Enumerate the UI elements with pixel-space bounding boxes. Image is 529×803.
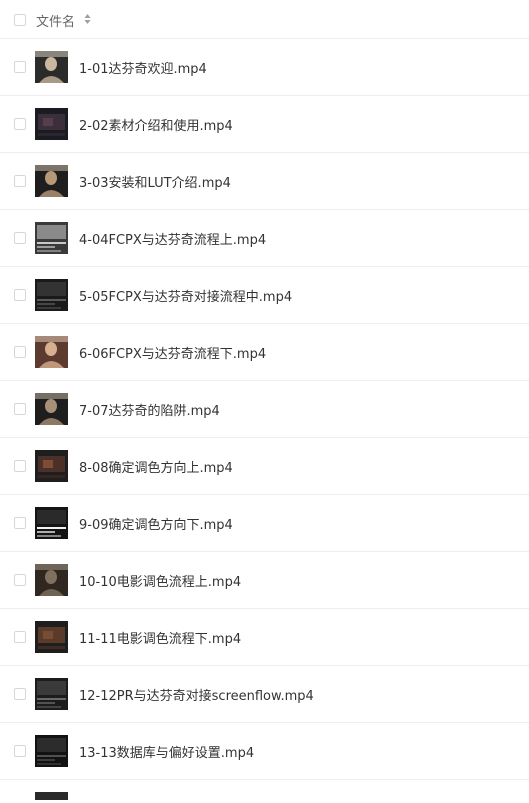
- video-thumbnail: [35, 279, 68, 311]
- file-name[interactable]: 13-13数据库与偏好设置.mp4: [79, 742, 254, 761]
- file-name[interactable]: 5-05FCPX与达芬奇对接流程中.mp4: [79, 286, 292, 305]
- row-checkbox[interactable]: [14, 631, 26, 643]
- row-checkbox[interactable]: [14, 346, 26, 358]
- list-item[interactable]: 4-04FCPX与达芬奇流程上.mp4: [0, 210, 529, 267]
- video-thumbnail: [35, 792, 68, 800]
- list-item[interactable]: 2-02素材介绍和使用.mp4: [0, 96, 529, 153]
- video-thumbnail: [35, 336, 68, 368]
- file-name[interactable]: 4-04FCPX与达芬奇流程上.mp4: [79, 229, 266, 248]
- video-thumbnail: [35, 51, 68, 83]
- row-checkbox[interactable]: [14, 118, 26, 130]
- file-name[interactable]: 3-03安装和LUT介绍.mp4: [79, 172, 231, 191]
- video-thumbnail: [35, 450, 68, 482]
- file-name[interactable]: 1-01达芬奇欢迎.mp4: [79, 58, 207, 77]
- video-thumbnail: [35, 678, 68, 710]
- list-item[interactable]: 7-07达芬奇的陷阱.mp4: [0, 381, 529, 438]
- file-name[interactable]: 6-06FCPX与达芬奇流程下.mp4: [79, 343, 266, 362]
- row-checkbox[interactable]: [14, 61, 26, 73]
- file-rows: 1-01达芬奇欢迎.mp4 2-02素材介绍和使用.mp4 3-03安装和LUT…: [0, 39, 529, 780]
- list-header: 文件名: [0, 0, 529, 39]
- video-thumbnail: [35, 108, 68, 140]
- list-item[interactable]: 12-12PR与达芬奇对接screenflow.mp4: [0, 666, 529, 723]
- video-thumbnail: [35, 621, 68, 653]
- file-list: 文件名 1-01达芬奇欢迎.mp4 2-02素材介绍和使用.mp4 3-03安装…: [0, 0, 529, 800]
- row-checkbox[interactable]: [14, 403, 26, 415]
- list-item[interactable]: 11-11电影调色流程下.mp4: [0, 609, 529, 666]
- list-item[interactable]: 9-09确定调色方向下.mp4: [0, 495, 529, 552]
- row-checkbox[interactable]: [14, 232, 26, 244]
- file-name[interactable]: 2-02素材介绍和使用.mp4: [79, 115, 233, 134]
- row-checkbox[interactable]: [14, 517, 26, 529]
- row-checkbox[interactable]: [14, 289, 26, 301]
- file-name[interactable]: 7-07达芬奇的陷阱.mp4: [79, 400, 220, 419]
- file-name[interactable]: 12-12PR与达芬奇对接screenflow.mp4: [79, 685, 314, 704]
- row-checkbox[interactable]: [14, 688, 26, 700]
- list-item[interactable]: 8-08确定调色方向上.mp4: [0, 438, 529, 495]
- video-thumbnail: [35, 564, 68, 596]
- video-thumbnail: [35, 222, 68, 254]
- sort-icon[interactable]: [84, 13, 91, 25]
- select-all-checkbox[interactable]: [14, 14, 26, 26]
- file-name[interactable]: 10-10电影调色流程上.mp4: [79, 571, 241, 590]
- file-name[interactable]: 11-11电影调色流程下.mp4: [79, 628, 241, 647]
- video-thumbnail: [35, 393, 68, 425]
- row-checkbox[interactable]: [14, 175, 26, 187]
- list-item[interactable]: 13-13数据库与偏好设置.mp4: [0, 723, 529, 780]
- list-item[interactable]: 3-03安装和LUT介绍.mp4: [0, 153, 529, 210]
- column-header-filename[interactable]: 文件名: [36, 11, 75, 30]
- list-item[interactable]: 10-10电影调色流程上.mp4: [0, 552, 529, 609]
- video-thumbnail: [35, 165, 68, 197]
- file-name[interactable]: 8-08确定调色方向上.mp4: [79, 457, 233, 476]
- file-name[interactable]: 9-09确定调色方向下.mp4: [79, 514, 233, 533]
- row-checkbox[interactable]: [14, 460, 26, 472]
- list-item-partial: [0, 780, 529, 800]
- list-item[interactable]: 6-06FCPX与达芬奇流程下.mp4: [0, 324, 529, 381]
- list-item[interactable]: 5-05FCPX与达芬奇对接流程中.mp4: [0, 267, 529, 324]
- list-item[interactable]: 1-01达芬奇欢迎.mp4: [0, 39, 529, 96]
- video-thumbnail: [35, 507, 68, 539]
- video-thumbnail: [35, 735, 68, 767]
- row-checkbox[interactable]: [14, 745, 26, 757]
- row-checkbox[interactable]: [14, 574, 26, 586]
